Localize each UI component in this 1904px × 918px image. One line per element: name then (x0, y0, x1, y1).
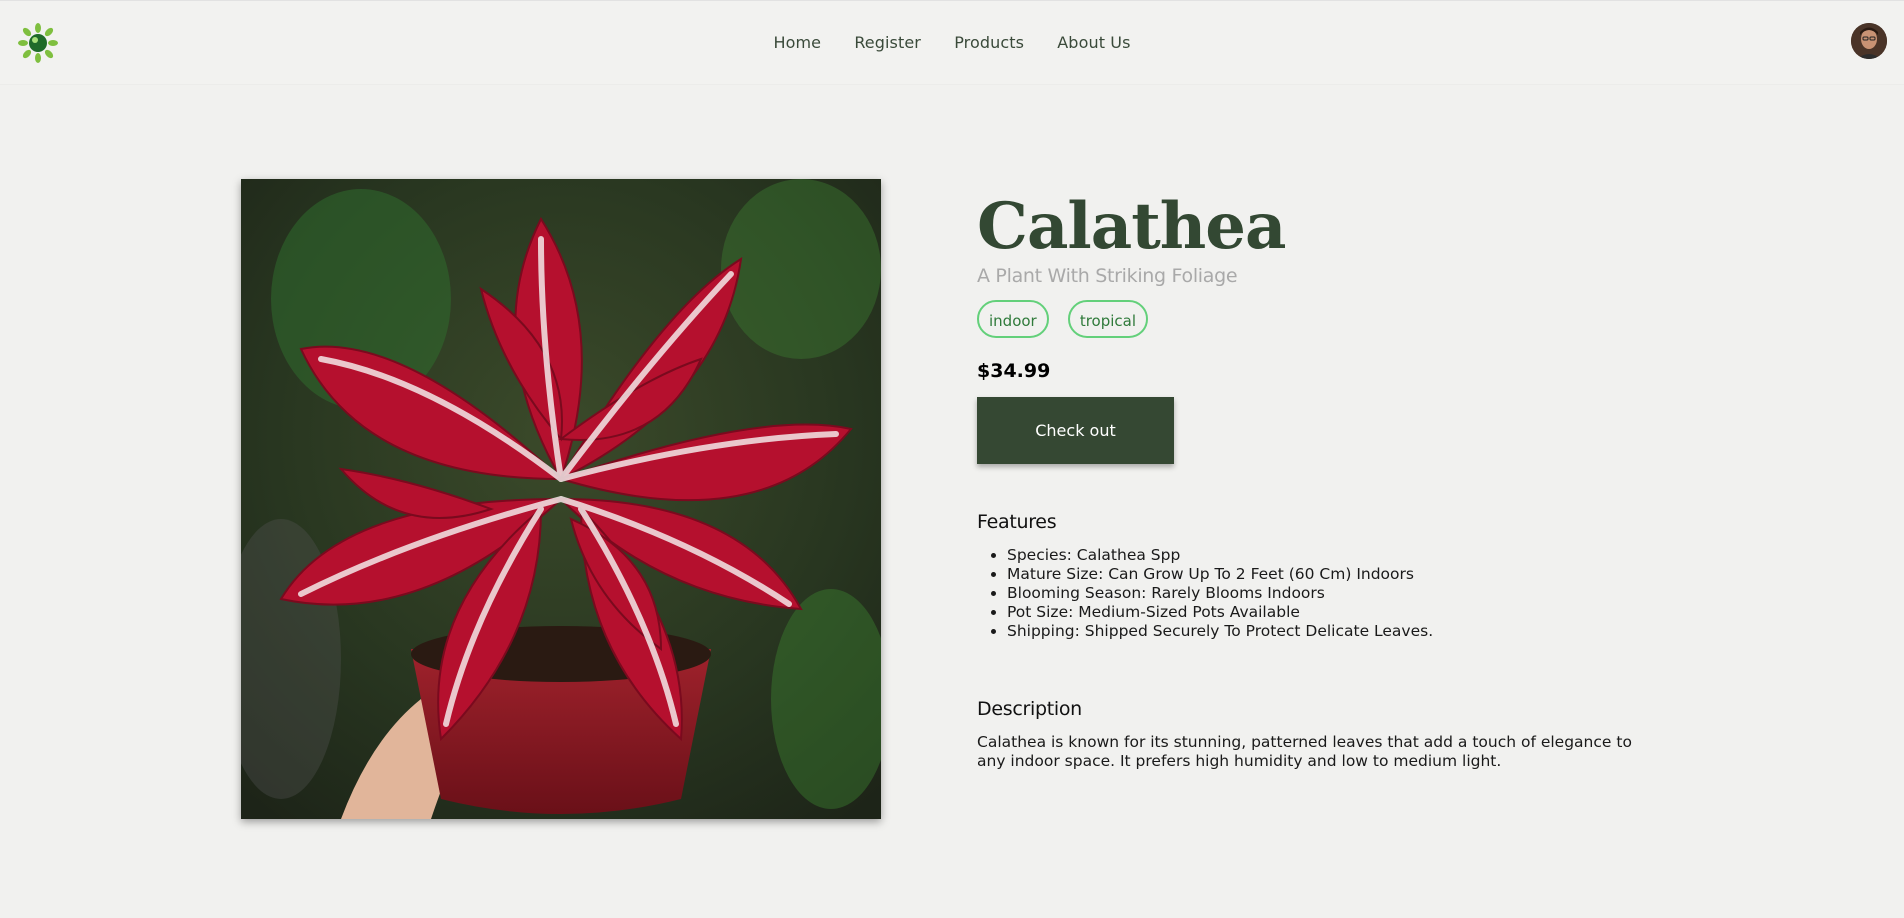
product-description: Calathea is known for its stunning, patt… (977, 733, 1632, 770)
list-item: Pot Size: Medium-Sized Pots Available (1007, 603, 1657, 622)
features-list: Species: Calathea Spp Mature Size: Can G… (977, 546, 1657, 641)
product-info: Calathea A Plant With Striking Foliage i… (977, 190, 1657, 771)
list-item: Shipping: Shipped Securely To Protect De… (1007, 622, 1657, 641)
nav-home-link[interactable]: Home (773, 33, 821, 52)
product-image (241, 179, 881, 819)
tag-tropical[interactable]: tropical (1067, 300, 1149, 338)
list-item: Species: Calathea Spp (1007, 546, 1657, 565)
user-avatar[interactable] (1851, 23, 1887, 59)
features-heading: Features (977, 511, 1057, 533)
product-title: Calathea (977, 189, 1286, 264)
checkout-button[interactable]: Check out (977, 397, 1174, 464)
product-tagline: A Plant With Striking Foliage (977, 265, 1238, 287)
product-price: $34.99 (977, 360, 1051, 382)
main-nav: Home Register Products About Us (0, 33, 1904, 52)
nav-register-link[interactable]: Register (854, 33, 921, 52)
navbar: Home Register Products About Us (0, 0, 1904, 84)
list-item: Blooming Season: Rarely Blooms Indoors (1007, 584, 1657, 603)
nav-about-link[interactable]: About Us (1057, 33, 1130, 52)
list-item: Mature Size: Can Grow Up To 2 Feet (60 C… (1007, 565, 1657, 584)
description-heading: Description (977, 698, 1082, 720)
nav-products-link[interactable]: Products (954, 33, 1024, 52)
tag-indoor[interactable]: indoor (977, 300, 1049, 338)
tag-list: indoor tropical (977, 300, 1657, 342)
